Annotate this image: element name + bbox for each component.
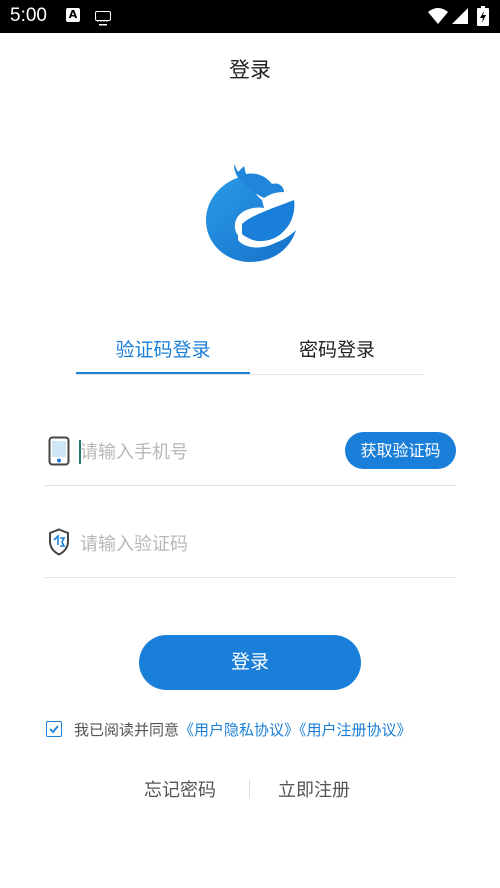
app-logo — [204, 158, 300, 262]
register-now-link[interactable]: 立即注册 — [278, 776, 350, 802]
page-title: 登录 — [229, 58, 271, 82]
agreement-prefix: 我已阅读并同意 — [74, 721, 180, 739]
links-divider — [249, 780, 250, 798]
battery-icon — [477, 6, 489, 30]
tab-password-login[interactable]: 密码登录 — [250, 333, 424, 374]
signal-icon — [452, 8, 468, 28]
status-bar: 5:00 A — [0, 0, 500, 33]
login-button[interactable]: 登录 — [139, 635, 361, 690]
wifi-icon — [428, 8, 448, 28]
code-input[interactable] — [80, 528, 330, 560]
privacy-policy-link[interactable]: 《用户隐私协议》 — [179, 721, 299, 739]
tab-active-indicator — [76, 372, 250, 374]
tab-sms-login[interactable]: 验证码登录 — [76, 333, 250, 374]
agreement-text: 我已阅读并同意《用户隐私协议》《用户注册协议》 — [74, 719, 412, 740]
registration-agreement-link[interactable]: 《用户注册协议》 — [299, 721, 412, 739]
bottom-links: 忘记密码 立即注册 — [0, 776, 500, 802]
phone-field-row: 获取验证码 — [44, 426, 456, 486]
keyboard-icon — [95, 11, 111, 26]
code-field-row — [44, 518, 456, 578]
phone-input[interactable] — [80, 436, 330, 468]
phone-icon — [48, 436, 70, 466]
a-notification-icon: A — [66, 8, 80, 22]
shield-icon — [48, 528, 70, 558]
forgot-password-link[interactable]: 忘记密码 — [144, 776, 216, 802]
get-code-button[interactable]: 获取验证码 — [345, 432, 456, 469]
status-time: 5:00 — [10, 5, 47, 26]
login-tabs: 验证码登录 密码登录 — [76, 333, 424, 375]
agreement-checkbox[interactable] — [46, 721, 62, 737]
